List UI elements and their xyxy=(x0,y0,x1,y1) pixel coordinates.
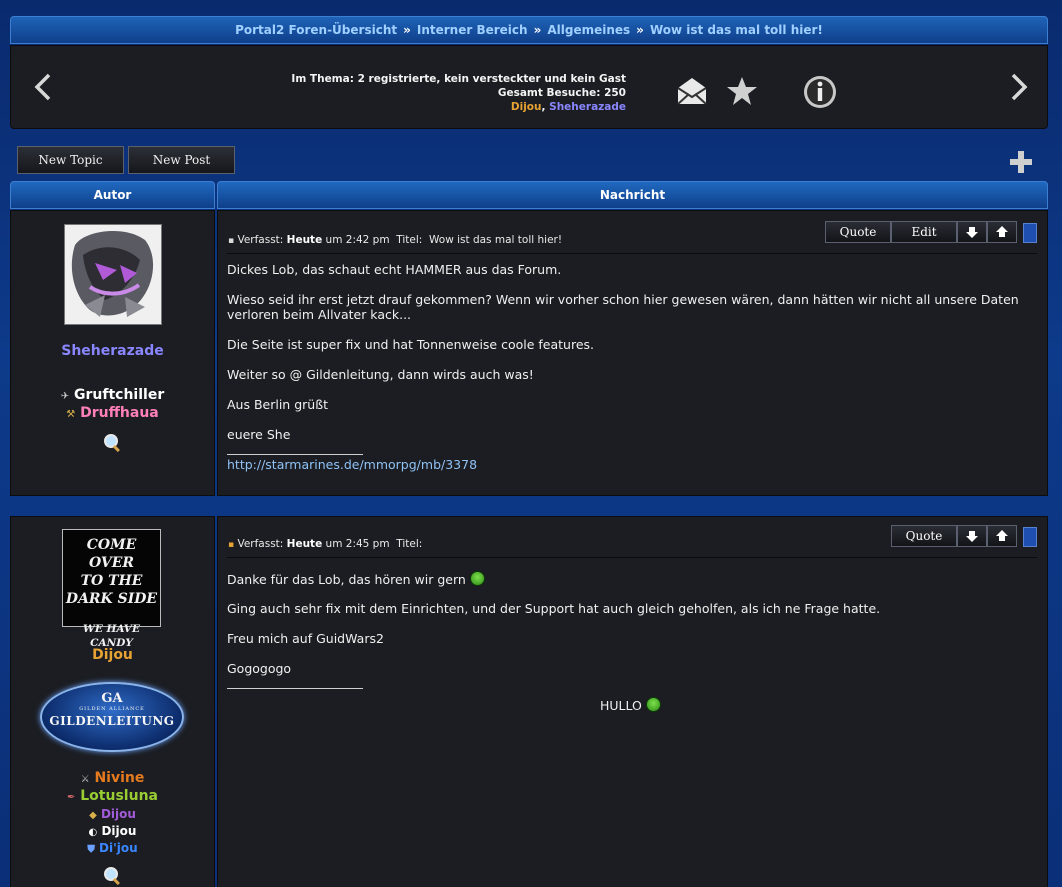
star-icon[interactable] xyxy=(725,74,759,108)
message-column-header: Nachricht xyxy=(217,181,1048,209)
post1-body-line: verloren beim Allvater kack... xyxy=(227,307,412,322)
post1-divider xyxy=(227,253,1037,254)
new-post-button[interactable]: New Post xyxy=(128,146,235,174)
post1-avatar xyxy=(64,224,162,325)
next-topic-icon[interactable] xyxy=(1003,72,1033,102)
post2-avatar: COME OVER TO THE DARK SIDE WE HAVE CANDY xyxy=(62,529,161,649)
class-icon: ◆ xyxy=(89,810,97,821)
post-icon: ▪ xyxy=(228,236,235,246)
class-icon: ✒ xyxy=(67,792,76,803)
post1-profile-magnifier-icon[interactable] xyxy=(103,433,123,453)
gildenleitung-rank-badge: GA GILDEN ALLIANCE GILDENLEITUNG xyxy=(40,682,184,752)
post2-signature: HULLO xyxy=(600,697,661,713)
post1-body-line: euere She xyxy=(227,427,291,442)
post2-select-checkbox[interactable] xyxy=(1023,527,1037,547)
breadcrumb-separator: » xyxy=(636,23,644,37)
post1-select-checkbox[interactable] xyxy=(1023,223,1037,243)
breadcrumb-topic[interactable]: Wow ist das mal toll hier! xyxy=(650,23,823,37)
post2-body-line: Ging auch sehr fix mit dem Einrichten, u… xyxy=(227,601,881,616)
info-icon[interactable] xyxy=(802,74,836,108)
post2-signature-divider xyxy=(227,688,363,689)
user-separator: , xyxy=(541,101,546,113)
breadcrumb-separator: » xyxy=(533,23,542,37)
post2-char-lotusluna: ✒ Lotusluna xyxy=(67,788,158,804)
class-icon: ⛊ xyxy=(87,844,95,855)
post1-body-line: Weiter so @ Gildenleitung, dann wirds au… xyxy=(227,367,534,382)
plus-icon[interactable] xyxy=(1009,150,1033,174)
previous-topic-icon[interactable] xyxy=(29,72,59,102)
post1-char-gruftchiller: ✈ Gruftchiller xyxy=(60,387,165,403)
new-topic-button[interactable]: New Topic xyxy=(17,146,124,174)
email-icon[interactable] xyxy=(675,74,709,108)
viewers-line: Im Thema: 2 registrierte, kein versteckt… xyxy=(291,73,626,85)
post2-body-line: Gogogogo xyxy=(227,661,292,676)
post1-edit-button[interactable]: Edit xyxy=(891,221,957,243)
post2-quote-button[interactable]: Quote xyxy=(891,525,957,547)
author-column-header: Autor xyxy=(10,181,215,209)
post2-up-arrow-icon[interactable] xyxy=(987,525,1017,547)
post2-body-line: Freu mich auf GuidWars2 xyxy=(227,631,384,646)
post2-char-nivine: ⚔ Nivine xyxy=(80,770,145,786)
post2-meta: ▪ Verfasst: Heute um 2:45 pm Titel: xyxy=(228,538,423,550)
topic-viewers: Im Thema: 2 registrierte, kein versteckt… xyxy=(241,72,626,114)
topic-info-bar: Im Thema: 2 registrierte, kein versteckt… xyxy=(10,45,1048,129)
post2-profile-magnifier-icon[interactable] xyxy=(103,866,123,886)
user-link-sheherazade[interactable]: Sheherazade xyxy=(549,101,626,113)
post2-char-dijou-purple: ◆ Dijou xyxy=(89,807,136,821)
smiley-icon xyxy=(469,571,485,586)
post1-signature-link[interactable]: http://starmarines.de/mmorpg/mb/3378 xyxy=(227,457,477,472)
breadcrumb-general[interactable]: Allgemeines xyxy=(547,23,630,37)
online-users: Dijou, Sheherazade xyxy=(241,100,626,114)
post-icon: ▪ xyxy=(228,540,235,550)
total-visits: Gesamt Besuche: 250 xyxy=(497,87,626,99)
class-icon: ◐ xyxy=(88,827,98,838)
post1-char-druffhaua: ⚒ Druffhaua xyxy=(66,405,159,421)
class-icon: ⚔ xyxy=(80,774,90,785)
post1-body-line: Dickes Lob, das schaut echt HAMMER aus d… xyxy=(227,262,562,277)
post1-quote-button[interactable]: Quote xyxy=(825,221,891,243)
post2-author-name[interactable]: Dijou xyxy=(10,647,215,663)
post1-signature-divider xyxy=(227,454,363,455)
breadcrumb-home[interactable]: Portal2 Foren-Übersicht xyxy=(235,23,397,37)
post1-body-line: Aus Berlin grüßt xyxy=(227,397,328,412)
post2-char-dijou-blue: ⛊ Di'jou xyxy=(87,841,138,855)
post1-body-line: Wieso seid ihr erst jetzt drauf gekommen… xyxy=(227,292,1019,307)
post2-down-arrow-icon[interactable] xyxy=(957,525,987,547)
smiley-icon xyxy=(645,697,661,712)
post1-meta: ▪ Verfasst: Heute um 2:42 pm Titel: Wow … xyxy=(228,234,563,246)
post2-char-dijou-white: ◐ Dijou xyxy=(88,824,137,838)
breadcrumb: Portal2 Foren-Übersicht » Interner Berei… xyxy=(10,16,1048,44)
post1-body-line: Die Seite ist super fix und hat Tonnenwe… xyxy=(227,337,595,352)
breadcrumb-separator: » xyxy=(403,23,411,37)
post2-divider xyxy=(227,557,1037,558)
class-icon: ✈ xyxy=(60,391,70,402)
post1-down-arrow-icon[interactable] xyxy=(957,221,987,243)
post1-up-arrow-icon[interactable] xyxy=(987,221,1017,243)
user-link-dijou[interactable]: Dijou xyxy=(511,101,542,113)
post2-body-line: Danke für das Lob, das hören wir gern xyxy=(227,571,485,587)
post1-author-name[interactable]: Sheherazade xyxy=(10,343,215,359)
breadcrumb-internal[interactable]: Interner Bereich xyxy=(417,23,528,37)
class-icon: ⚒ xyxy=(66,409,76,420)
